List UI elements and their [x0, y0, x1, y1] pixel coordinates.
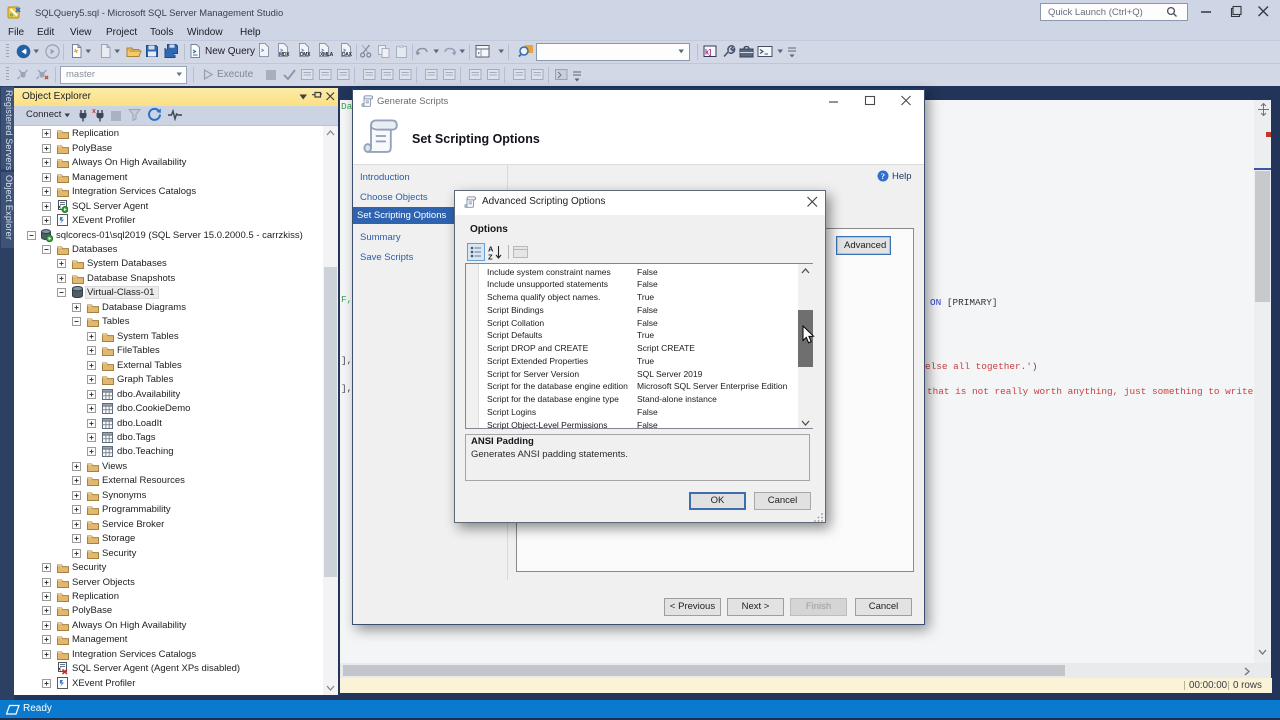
svg-text:x: x — [92, 108, 96, 115]
svg-text:?: ? — [881, 171, 885, 181]
svg-text:k]: k] — [705, 50, 711, 57]
svg-text:Z: Z — [488, 253, 493, 262]
